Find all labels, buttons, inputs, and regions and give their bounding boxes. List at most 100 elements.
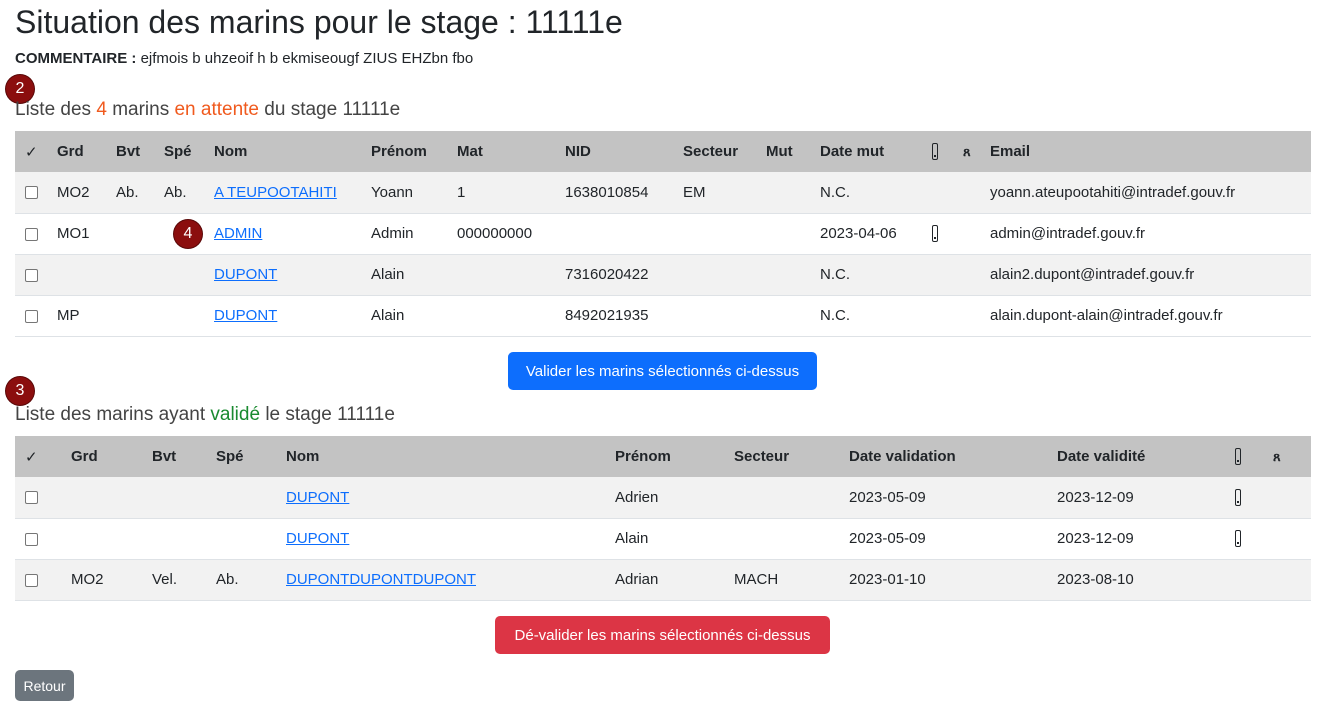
cell-grd: MO1 [47,213,106,255]
col-email: Email [990,143,1031,160]
cell-spe [154,254,204,296]
marin-name-link[interactable]: ADMIN [214,225,262,242]
col-exclamation [922,131,953,172]
validate-selected-button[interactable]: Valider les marins sélectionnés ci-dessu… [508,352,817,390]
validated-table-header: ✓ Grd Bvt Spé Nom Prénom Secteur Date va… [15,436,1311,477]
pending-count: 4 [96,99,107,120]
cell-exclamation [922,172,953,214]
cell-secteur [724,477,839,519]
cell-mat: 000000000 [447,213,555,255]
col-prenom: Prénom [371,143,427,160]
col-select: ✓ [25,143,38,161]
cell-email: yoann.ateupootahiti@intradef.gouv.fr [980,172,1311,214]
back-button[interactable]: Retour [15,670,74,701]
cell-person [1263,477,1311,519]
row-checkbox[interactable] [25,268,38,282]
pending-table-header: ✓ Grd Bvt Spé Nom Prénom Mat NID Secteur… [15,131,1311,172]
pending-section-title: Liste des 4 marins en attente du stage 1… [15,99,400,121]
cell-date-mut: N.C. [810,295,922,337]
cell-bvt [106,254,154,296]
cell-mut [756,295,810,337]
col-date-validite: Date validité [1057,448,1146,465]
exclamation-icon [932,225,938,243]
cell-exclamation [922,254,953,296]
person-icon: ጸ [1273,449,1281,464]
cell-grd [47,254,106,296]
marin-name-link[interactable]: DUPONT [214,307,277,324]
page-title: Situation des marins pour le stage : 111… [15,4,623,40]
col-mut: Mut [766,143,793,160]
row-checkbox[interactable] [25,491,38,505]
cell-mat [447,254,555,296]
col-nom: Nom [214,143,248,160]
annotation-marker-4: 4 [174,219,202,248]
col-grd: Grd [71,448,98,465]
validated-table: ✓ Grd Bvt Spé Nom Prénom Secteur Date va… [15,436,1311,601]
cell-prenom: Adrien [605,477,724,519]
validated-title-prefix: Liste des marins ayant [15,404,206,425]
cell-secteur [673,295,756,337]
col-person: ጸ [1263,436,1311,477]
unvalidate-selected-button[interactable]: Dé-valider les marins sélectionnés ci-de… [495,616,830,654]
cell-spe [154,295,204,337]
row-checkbox[interactable] [25,532,38,546]
cell-bvt [106,295,154,337]
exclamation-icon [1235,489,1241,507]
cell-person [1263,559,1311,601]
cell-person [1263,518,1311,560]
exclamation-icon [1235,448,1241,466]
cell-mut [756,213,810,255]
cell-date-mut: N.C. [810,172,922,214]
annotation-marker-3: 3 [6,377,34,405]
cell-exclamation [922,213,953,255]
marin-name-link[interactable]: DUPONTDUPONTDUPONT [286,571,476,588]
cell-spe [206,477,276,519]
cell-secteur: MACH [724,559,839,601]
cell-nid: 1638010854 [555,172,673,214]
cell-spe: Ab. [206,559,276,601]
person-icon: ጸ [963,144,971,159]
cell-bvt [106,213,154,255]
comment: COMMENTAIRE : ejfmois b uhzeoif h b ekmi… [15,50,473,68]
cell-prenom: Admin [361,213,447,255]
cell-bvt [142,477,206,519]
pending-status: en attente [174,99,260,120]
cell-date-mut: N.C. [810,254,922,296]
cell-prenom: Yoann [361,172,447,214]
table-row: MP DUPONT Alain 8492021935 N.C. alain.du… [15,295,1311,337]
cell-date-validite: 2023-08-10 [1047,559,1225,601]
cell-prenom: Alain [361,254,447,296]
cell-date-validation: 2023-05-09 [839,477,1047,519]
cell-email: admin@intradef.gouv.fr [980,213,1311,255]
marin-name-link[interactable]: DUPONT [214,266,277,283]
pending-title-suffix: du stage 11111e [264,99,401,120]
table-row: MO2 Vel. Ab. DUPONTDUPONTDUPONT Adrian M… [15,559,1311,601]
comment-label: COMMENTAIRE : [15,50,137,67]
cell-nid: 8492021935 [555,295,673,337]
col-date-validation: Date validation [849,448,956,465]
col-person: ጸ [953,131,980,172]
cell-spe [206,518,276,560]
col-bvt: Bvt [152,448,177,465]
cell-person [953,254,980,296]
table-row: DUPONT Alain 2023-05-09 2023-12-09 [15,518,1311,560]
cell-spe: Ab. [154,172,204,214]
col-bvt: Bvt [116,143,141,160]
cell-date-validite: 2023-12-09 [1047,477,1225,519]
col-date-mut: Date mut [820,143,885,160]
marin-name-link[interactable]: DUPONT [286,489,349,506]
col-nom: Nom [286,448,320,465]
marin-name-link[interactable]: DUPONT [286,530,349,547]
cell-spe: 4 [154,213,204,255]
row-checkbox[interactable] [25,573,38,587]
marin-name-link[interactable]: A TEUPOOTAHITI [214,184,337,201]
row-checkbox[interactable] [25,186,38,200]
col-select: ✓ [25,448,38,466]
cell-prenom: Alain [605,518,724,560]
col-grd: Grd [57,143,84,160]
cell-bvt: Ab. [106,172,154,214]
row-checkbox[interactable] [25,227,38,241]
table-row: DUPONT Adrien 2023-05-09 2023-12-09 [15,477,1311,519]
row-checkbox[interactable] [25,309,38,323]
exclamation-icon [1235,530,1241,548]
